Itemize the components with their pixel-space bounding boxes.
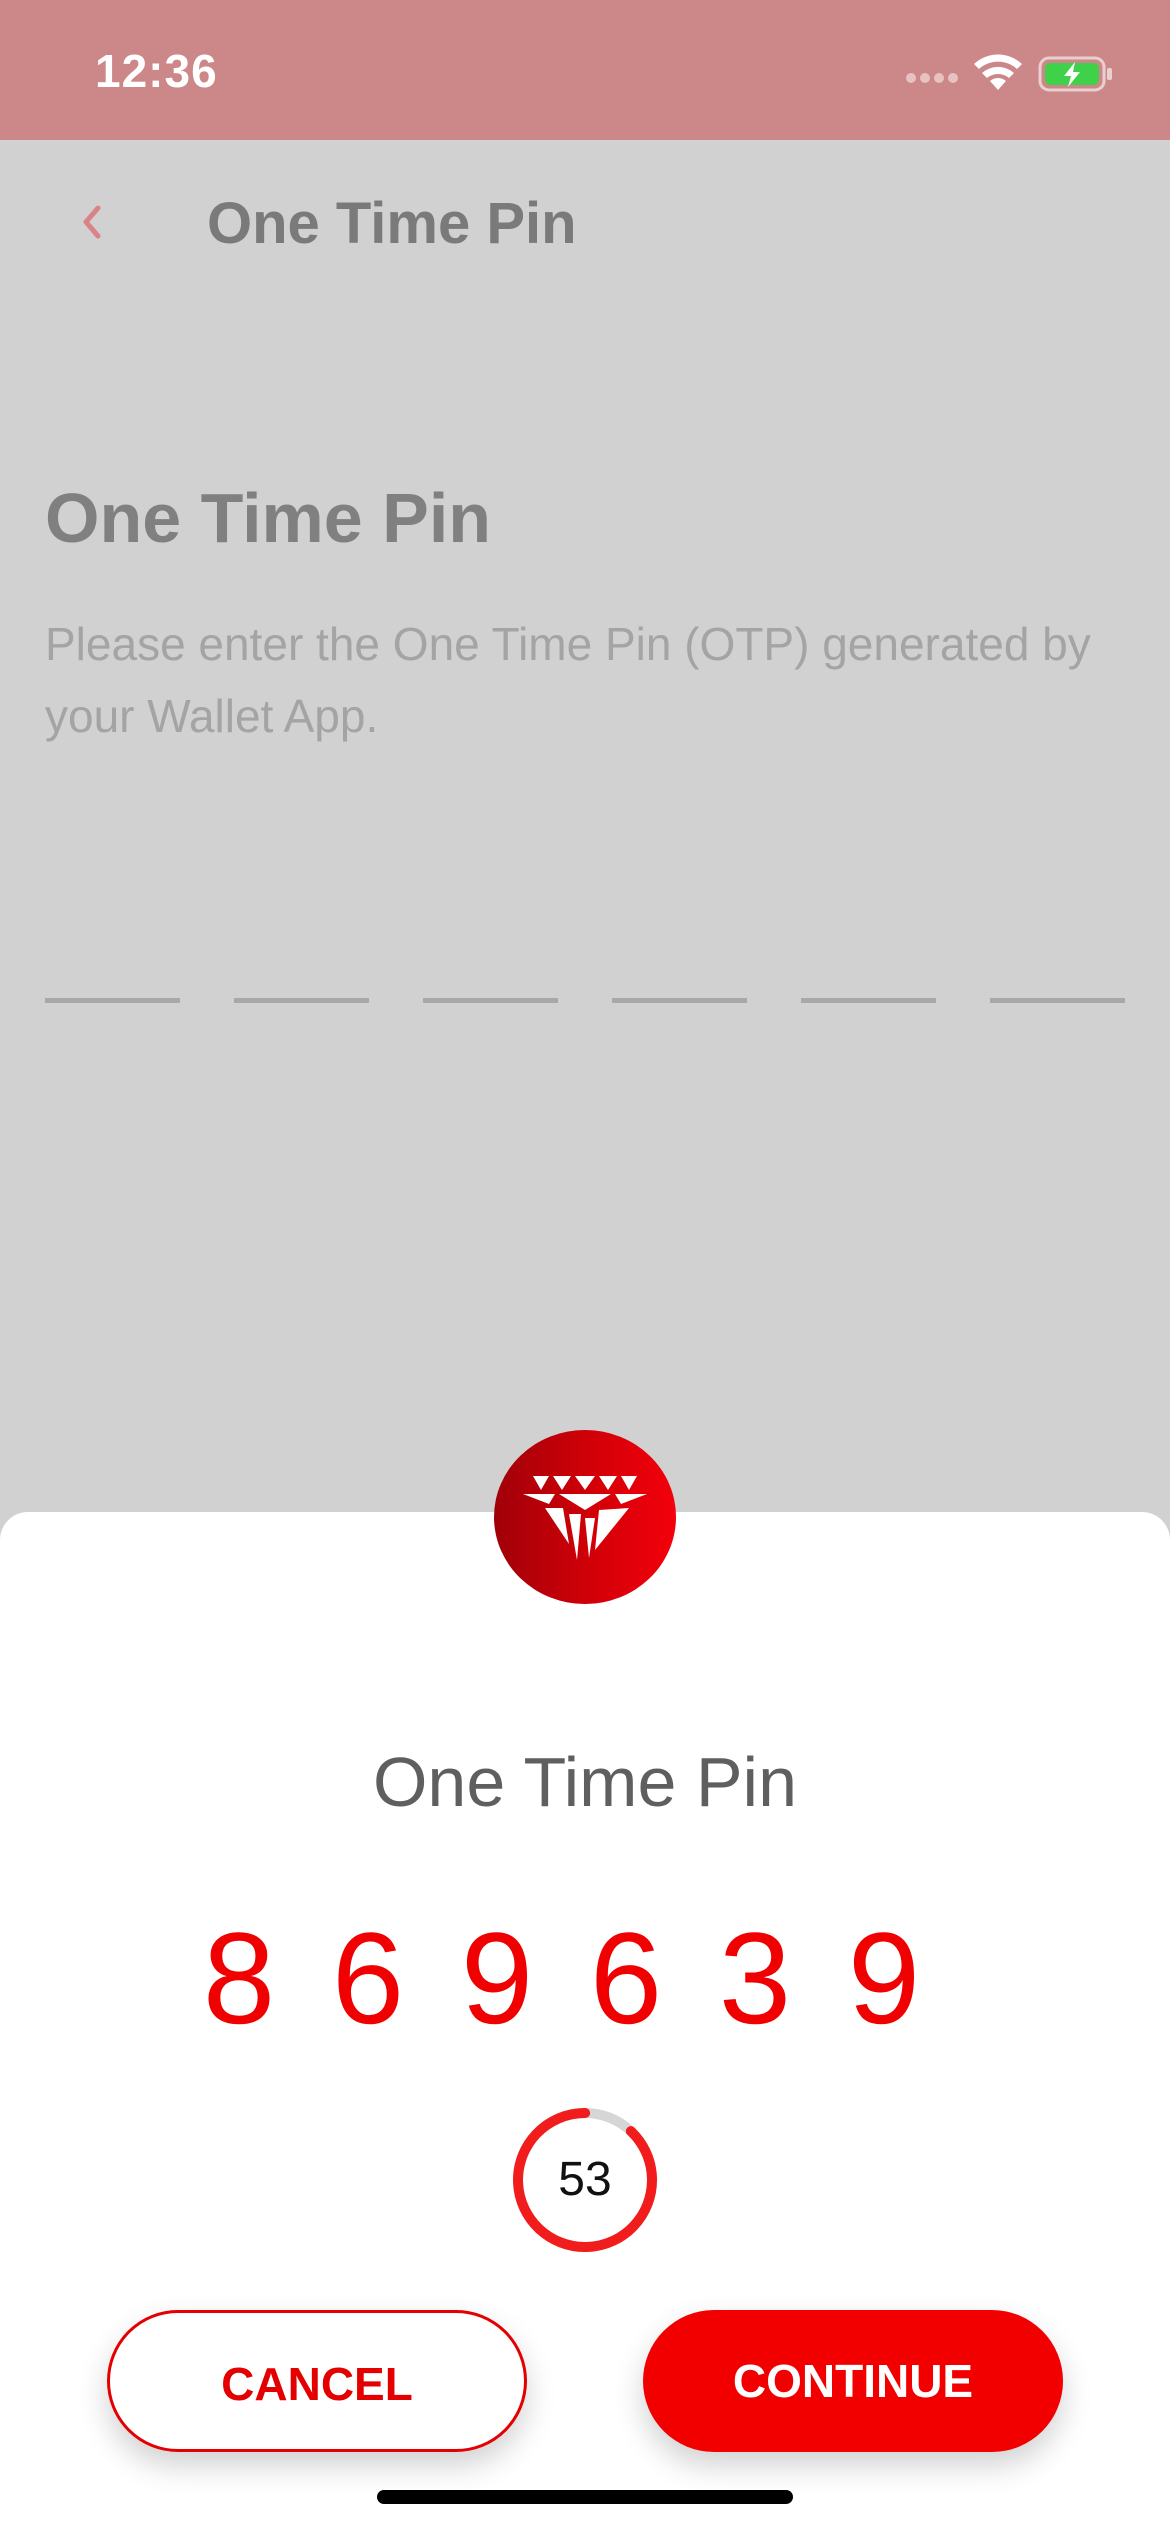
countdown-timer: 53	[508, 2103, 662, 2257]
page-description: Please enter the One Time Pin (OTP) gene…	[45, 618, 1091, 742]
sheet-title: One Time Pin	[372, 1743, 798, 1821]
cancel-button[interactable]: CANCEL	[107, 2310, 527, 2452]
otp-digit: 9	[847, 1905, 921, 2051]
status-bar: 12:36	[0, 0, 1170, 140]
otp-digit: 3	[718, 1905, 792, 2051]
continue-button[interactable]: CONTINUE	[643, 2310, 1063, 2452]
chevron-left-icon	[83, 205, 101, 239]
diamond-logo-icon	[494, 1430, 676, 1604]
otp-slot[interactable]	[612, 998, 747, 1003]
otp-digit: 6	[331, 1905, 405, 2051]
otp-digit: 8	[202, 1905, 276, 2051]
otp-slot[interactable]	[990, 998, 1125, 1003]
otp-digit: 6	[589, 1905, 663, 2051]
home-indicator[interactable]	[377, 2490, 793, 2504]
cellular-signal-icon	[905, 70, 961, 91]
otp-slot[interactable]	[45, 998, 180, 1003]
back-button[interactable]	[70, 198, 120, 248]
nav-title: One Time Pin	[207, 191, 577, 256]
otp-slot[interactable]	[234, 998, 369, 1003]
otp-digit: 9	[460, 1905, 534, 2051]
battery-charging-icon	[1038, 56, 1114, 97]
otp-code: 8 6 9 6 3 9	[0, 1908, 1170, 2048]
page-heading: One Time Pin	[45, 479, 492, 557]
countdown-seconds: 53	[558, 2153, 612, 2206]
status-time: 12:36	[95, 45, 218, 97]
otp-slot[interactable]	[423, 998, 558, 1003]
wifi-icon	[972, 52, 1024, 97]
otp-slot[interactable]	[801, 998, 936, 1003]
